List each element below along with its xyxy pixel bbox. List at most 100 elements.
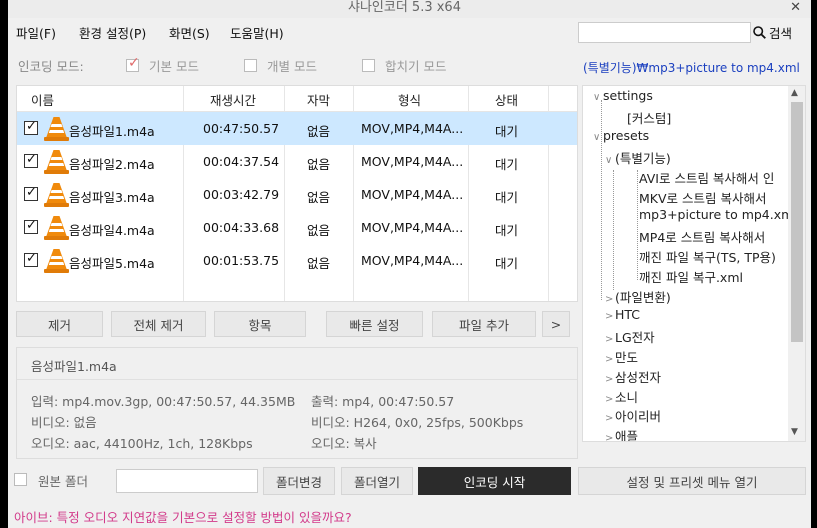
table-row[interactable]: 음성파일2.m4a 00:04:37.54 없음 MOV,MP4,M4A... 대기: [17, 145, 577, 178]
app-window: 샤나인코더 5.3 x64 ✕ 파일(F) 환경 설정(P) 화면(S) 도움말…: [8, 0, 811, 528]
tree-node-label: 소니: [615, 389, 639, 405]
column-subtitle[interactable]: 자막: [307, 90, 330, 109]
menu-help[interactable]: 도움말(H): [230, 23, 284, 42]
search-label: 검색: [769, 26, 793, 41]
add-file-button[interactable]: 파일 추가: [432, 311, 536, 337]
tree-node-label: (특별기능): [615, 150, 671, 166]
cell-format: MOV,MP4,M4A...: [361, 220, 464, 235]
source-folder-checkbox[interactable]: [14, 473, 27, 486]
tree-node[interactable]: > 삼성전자: [605, 367, 661, 386]
tree-node[interactable]: > LG전자: [605, 327, 655, 346]
mode-merge[interactable]: 합치기 모드: [362, 56, 446, 75]
tree-node[interactable]: AVI로 스트림 복사해서 인: [629, 168, 774, 187]
remove-button[interactable]: 제거: [16, 311, 103, 337]
mode-basic-checkbox[interactable]: [126, 55, 140, 72]
info-video-input: 비디오: 없음: [31, 415, 97, 430]
row-checkbox[interactable]: [24, 152, 38, 168]
info-video-output: 비디오: H264, 0x0, 25fps, 500Kbps: [311, 415, 524, 430]
scroll-down-icon[interactable]: ▼: [791, 427, 798, 437]
quick-settings-button[interactable]: 빠른 설정: [326, 311, 423, 337]
tree-node[interactable]: > 소니: [605, 387, 638, 406]
encoding-mode-label: 인코딩 모드:: [18, 59, 84, 74]
chevron-down-icon[interactable]: ∨: [605, 155, 615, 166]
table-row[interactable]: 음성파일5.m4a 00:01:53.75 없음 MOV,MP4,M4A... 대기: [17, 244, 577, 277]
tree-node[interactable]: > 아이리버: [605, 406, 661, 425]
column-name[interactable]: 이름: [31, 90, 54, 109]
mode-basic[interactable]: 기본 모드: [126, 55, 199, 75]
output-folder-input[interactable]: [116, 469, 258, 493]
tree-node-label: 애플: [615, 429, 639, 442]
mode-individual[interactable]: 개별 모드: [244, 56, 317, 75]
tree-node-label: 만도: [615, 349, 639, 365]
scroll-up-icon[interactable]: ▲: [791, 88, 798, 98]
tree-node[interactable]: 깨진 파일 복구.xml: [629, 267, 743, 286]
item-button[interactable]: 항목: [214, 311, 306, 337]
tree-node[interactable]: 깨진 파일 복구(TS, TP용): [629, 247, 776, 266]
info-audio-input: 오디오: aac, 44100Hz, 1ch, 128Kbps: [31, 436, 253, 451]
scroll-thumb[interactable]: [791, 102, 803, 342]
more-actions-button[interactable]: >: [542, 311, 570, 337]
search-button[interactable]: 검색: [753, 22, 792, 43]
cell-status: 대기: [495, 223, 519, 238]
tree-scrollbar[interactable]: ▲ ▼: [788, 86, 805, 441]
chevron-right-icon[interactable]: >: [605, 433, 615, 441]
cell-duration: 00:03:42.79: [203, 187, 280, 202]
table-row[interactable]: 음성파일4.m4a 00:04:33.68 없음 MOV,MP4,M4A... 대기: [17, 211, 577, 244]
column-duration[interactable]: 재생시간: [210, 90, 256, 109]
row-checkbox[interactable]: [24, 218, 38, 234]
chevron-right-icon[interactable]: >: [605, 374, 615, 385]
encoding-mode-bar: 인코딩 모드: 기본 모드 개별 모드 합치기 모드 (특별기능)₩mp3+pi…: [8, 48, 811, 82]
chevron-right-icon[interactable]: >: [605, 413, 615, 424]
table-row[interactable]: 음성파일1.m4a 00:47:50.57 없음 MOV,MP4,M4A... 대기: [17, 112, 577, 145]
mode-merge-checkbox[interactable]: [362, 59, 375, 72]
tree-node[interactable]: mp3+picture to mp4.xml: [629, 207, 797, 222]
close-icon[interactable]: ✕: [790, 0, 801, 15]
chevron-right-icon[interactable]: >: [605, 334, 615, 345]
info-audio-output: 오디오: 복사: [311, 436, 377, 451]
row-checkbox[interactable]: [24, 251, 38, 267]
menu-file[interactable]: 파일(F): [16, 23, 56, 42]
chevron-right-icon[interactable]: >: [605, 354, 615, 365]
tree-node-label: MKV로 스트림 복사해서: [639, 190, 767, 206]
tree-node[interactable]: [커스텀]: [617, 108, 671, 127]
cell-status: 대기: [495, 157, 519, 172]
tree-node[interactable]: > 만도: [605, 347, 638, 366]
chevron-right-icon[interactable]: >: [605, 294, 615, 305]
selected-preset-path: (특별기능)₩mp3+picture to mp4.xml: [583, 61, 800, 75]
tree-node-label: 삼성전자: [615, 369, 662, 385]
tree-node[interactable]: MP4로 스트림 복사해서: [629, 227, 765, 246]
tree-node[interactable]: > HTC: [605, 307, 640, 322]
cell-name: 음성파일4.m4a: [69, 223, 155, 238]
start-encoding-button[interactable]: 인코딩 시작: [418, 467, 571, 495]
tree-node[interactable]: > (파일변환): [605, 287, 671, 306]
row-checkbox[interactable]: [24, 185, 38, 201]
cell-format: MOV,MP4,M4A...: [361, 154, 464, 169]
menu-preferences[interactable]: 환경 설정(P): [79, 23, 146, 42]
search-icon: [753, 26, 766, 39]
column-format[interactable]: 형식: [398, 90, 421, 109]
chevron-right-icon[interactable]: >: [605, 311, 615, 322]
open-folder-button[interactable]: 폴더열기: [341, 467, 413, 495]
tree-node[interactable]: > 애플: [605, 426, 639, 442]
tree-node[interactable]: ∨ (특별기능): [605, 148, 671, 167]
tree-node[interactable]: MKV로 스트림 복사해서: [629, 188, 766, 207]
info-filename: 음성파일1.m4a: [31, 359, 117, 374]
tree-connector-line: [613, 170, 614, 290]
change-folder-button[interactable]: 폴더변경: [263, 467, 335, 495]
vlc-cone-icon: [44, 150, 69, 174]
row-checkbox[interactable]: [24, 119, 38, 135]
mode-individual-checkbox[interactable]: [244, 59, 257, 72]
tip-text[interactable]: 아이브: 특정 오디오 지연값을 기본으로 설정할 방법이 있을까요?: [14, 507, 352, 526]
search-input[interactable]: [578, 22, 751, 43]
chevron-right-icon[interactable]: >: [605, 394, 615, 405]
mode-merge-label: 합치기 모드: [385, 59, 447, 74]
cell-subtitle: 없음: [307, 223, 331, 238]
source-folder-label: 원본 폴더: [38, 474, 88, 489]
info-output: 출력: mp4, 00:47:50.57: [311, 394, 455, 409]
column-status[interactable]: 상태: [495, 90, 518, 109]
preset-tree: ∨ settings [커스텀] ∨ presets ∨ (특별기능) AVI로 스트림 복사…: [582, 85, 806, 442]
remove-all-button[interactable]: 전체 제거: [111, 311, 206, 337]
menu-view[interactable]: 화면(S): [169, 23, 210, 42]
open-settings-menu-button[interactable]: 설정 및 프리셋 메뉴 열기: [578, 467, 806, 495]
table-row[interactable]: 음성파일3.m4a 00:03:42.79 없음 MOV,MP4,M4A... 대기: [17, 178, 577, 211]
